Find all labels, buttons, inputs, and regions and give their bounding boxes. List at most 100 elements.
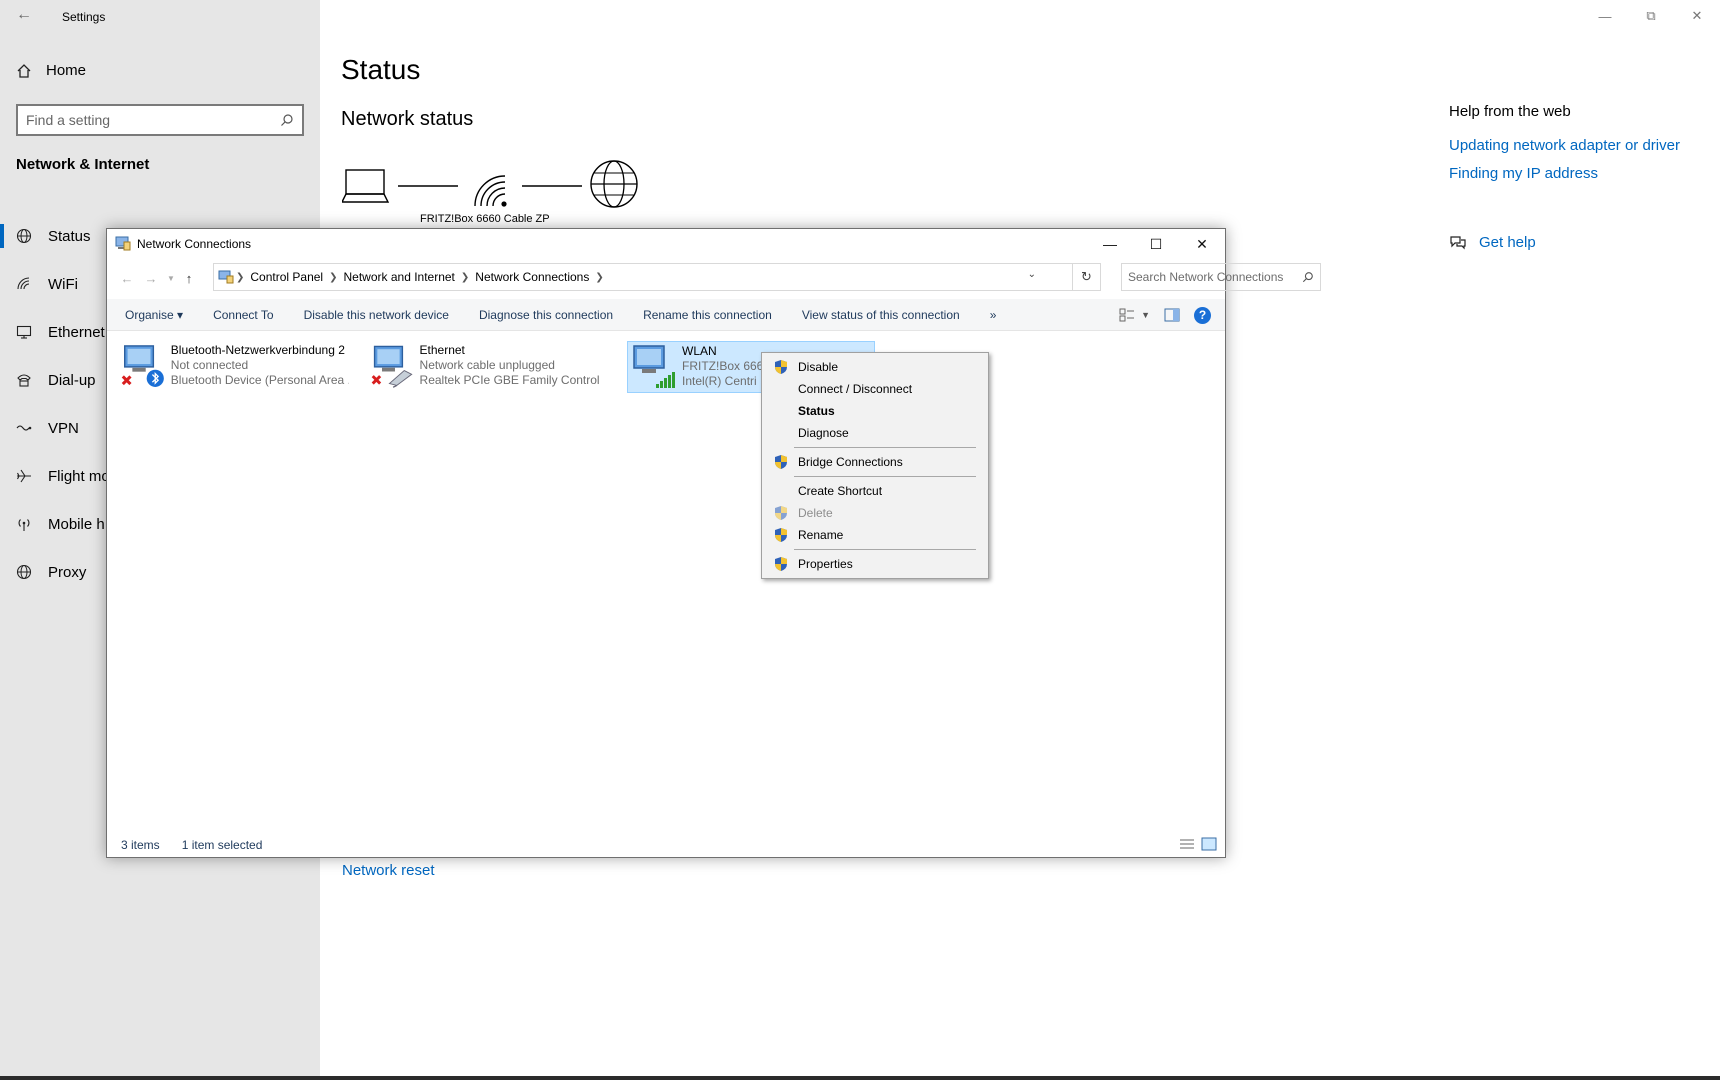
minimize-icon[interactable]: —: [1087, 229, 1133, 259]
connection-name: WLAN: [682, 344, 717, 358]
connection-device: Bluetooth Device (Personal Area ...: [170, 373, 349, 387]
connect-to-button[interactable]: Connect To: [198, 308, 289, 322]
maximize-icon[interactable]: ☐: [1133, 229, 1179, 259]
get-help-label: Get help: [1479, 234, 1536, 251]
nc-search-input[interactable]: [1128, 270, 1302, 284]
breadcrumb-separator-icon[interactable]: ❯: [595, 272, 603, 283]
menu-item-delete: Delete: [764, 502, 986, 524]
connection-text: WLAN FRITZ!Box 6660 Intel(R) Centri: [682, 342, 770, 392]
menu-item-status[interactable]: Status: [764, 400, 986, 422]
connection-item-ethernet[interactable]: Ethernet Network cable unplugged Realtek…: [369, 341, 599, 393]
network-connections-window: Network Connections — ☐ ✕ ← → ▼ ↑ ❯ Cont…: [106, 228, 1321, 858]
nc-titlebar[interactable]: Network Connections: [107, 229, 1225, 259]
breadcrumb-separator-icon[interactable]: ❯: [461, 272, 469, 283]
nc-search-box[interactable]: [1121, 263, 1321, 291]
page-title: Status: [341, 54, 421, 85]
tiles-view-icon[interactable]: [1201, 837, 1217, 851]
menu-item-properties[interactable]: Properties: [764, 553, 986, 575]
view-status-button[interactable]: View status of this connection: [787, 308, 975, 322]
settings-search[interactable]: [16, 104, 304, 136]
help-icon[interactable]: ?: [1194, 306, 1211, 324]
uac-shield-icon: [775, 360, 787, 374]
wifi-icon: [16, 276, 32, 292]
nav-item-label: Mobile h: [48, 515, 105, 533]
recent-locations-chevron-icon[interactable]: ▼: [161, 268, 181, 288]
restore-icon[interactable]: ⧉: [1628, 4, 1674, 28]
up-arrow-icon[interactable]: ↑: [179, 268, 199, 288]
connection-status: Network cable unplugged: [419, 358, 555, 372]
settings-search-input[interactable]: [26, 112, 280, 128]
address-dropdown-icon[interactable]: ⌄: [1028, 269, 1036, 280]
connection-text: Bluetooth-Netzwerkverbindung 2 Not conne…: [171, 341, 349, 393]
menu-item-create-shortcut[interactable]: Create Shortcut: [764, 480, 986, 502]
address-bar[interactable]: ❯ Control Panel ❯ Network and Internet ❯…: [213, 263, 1073, 291]
home-icon: [17, 63, 31, 78]
nav-item-label: WiFi: [48, 275, 78, 293]
nav-item-label: Dial-up: [48, 371, 96, 389]
organise-button[interactable]: Organise ▾: [107, 308, 198, 322]
connections-list: Bluetooth-Netzwerkverbindung 2 Not conne…: [107, 337, 1225, 817]
settings-window-controls: — ⧉ ✕: [1582, 4, 1720, 28]
breadcrumb-network-connections[interactable]: Network Connections: [475, 270, 589, 284]
menu-separator: [794, 476, 976, 477]
menu-item-label: Bridge Connections: [798, 455, 903, 469]
settings-title: Settings: [62, 10, 106, 24]
breadcrumb-separator-icon[interactable]: ❯: [236, 272, 244, 283]
close-icon[interactable]: ✕: [1179, 229, 1225, 259]
laptop-icon: [342, 169, 390, 203]
view-options-chevron-icon[interactable]: ▼: [1141, 310, 1150, 320]
help-link-network-adapter[interactable]: Updating network adapter or driver: [1449, 137, 1680, 154]
connection-item-bluetooth[interactable]: Bluetooth-Netzwerkverbindung 2 Not conne…: [119, 341, 349, 393]
back-arrow-icon[interactable]: ←: [117, 268, 137, 288]
menu-item-diagnose[interactable]: Diagnose: [764, 422, 986, 444]
search-icon[interactable]: [1302, 271, 1314, 283]
menu-item-label: Disable: [798, 360, 839, 374]
change-view-icon[interactable]: ▼: [1119, 308, 1150, 322]
search-icon[interactable]: [280, 113, 294, 127]
connection-status: FRITZ!Box 6660: [682, 359, 771, 373]
breadcrumb-network-internet[interactable]: Network and Internet: [344, 270, 455, 284]
details-view-icon[interactable]: [1179, 837, 1195, 851]
status-bar-view-buttons: [1179, 837, 1217, 851]
connection-text: Ethernet Network cable unplugged Realtek…: [420, 341, 599, 393]
menu-item-bridge-connections[interactable]: Bridge Connections: [764, 451, 986, 473]
nav-home[interactable]: Home: [16, 62, 86, 79]
nav-item-label: Proxy: [48, 563, 87, 581]
router-name: FRITZ!Box 6660 Cable ZP: [420, 213, 550, 225]
help-link-ip-address[interactable]: Finding my IP address: [1449, 165, 1598, 182]
forward-arrow-icon[interactable]: →: [141, 268, 161, 288]
breadcrumb-separator-icon[interactable]: ❯: [329, 272, 337, 283]
preview-pane-icon[interactable]: [1164, 308, 1180, 322]
menu-separator: [794, 549, 976, 550]
rename-connection-button[interactable]: Rename this connection: [628, 308, 787, 322]
wifi-router-icon: [474, 175, 507, 207]
refresh-icon[interactable]: ↻: [1073, 263, 1101, 291]
item-count: 3 items: [121, 838, 160, 852]
menu-item-label: Properties: [798, 557, 853, 571]
menu-item-connect-disconnect[interactable]: Connect / Disconnect: [764, 378, 986, 400]
nc-address-row: ← → ▼ ↑ ❯ Control Panel ❯ Network and In…: [107, 263, 1321, 293]
uac-shield-icon: [775, 528, 787, 542]
menu-item-disable[interactable]: Disable: [764, 356, 986, 378]
breadcrumb-control-panel[interactable]: Control Panel: [250, 270, 323, 284]
back-arrow-icon[interactable]: ←: [16, 6, 46, 28]
connection-device: Realtek PCIe GBE Family Controller: [419, 373, 599, 387]
more-commands-button[interactable]: »: [975, 308, 1012, 322]
help-title: Help from the web: [1449, 103, 1571, 120]
close-icon[interactable]: ✕: [1674, 4, 1720, 28]
bluetooth-network-icon: [121, 345, 164, 387]
menu-separator: [794, 447, 976, 448]
diagnose-connection-button[interactable]: Diagnose this connection: [464, 308, 628, 322]
disable-device-button[interactable]: Disable this network device: [289, 308, 464, 322]
nc-window-controls: — ☐ ✕: [1087, 229, 1225, 259]
uac-shield-icon: [775, 455, 787, 469]
network-reset-link[interactable]: Network reset: [342, 862, 435, 879]
menu-item-rename[interactable]: Rename: [764, 524, 986, 546]
chat-help-icon: [1450, 235, 1466, 249]
control-panel-icon: [218, 270, 234, 284]
hotspot-icon: [16, 516, 32, 532]
minimize-icon[interactable]: —: [1582, 4, 1628, 28]
get-help-link[interactable]: Get help: [1449, 234, 1536, 251]
wlan-network-icon: [633, 345, 675, 388]
connection-name: Ethernet: [419, 343, 465, 357]
